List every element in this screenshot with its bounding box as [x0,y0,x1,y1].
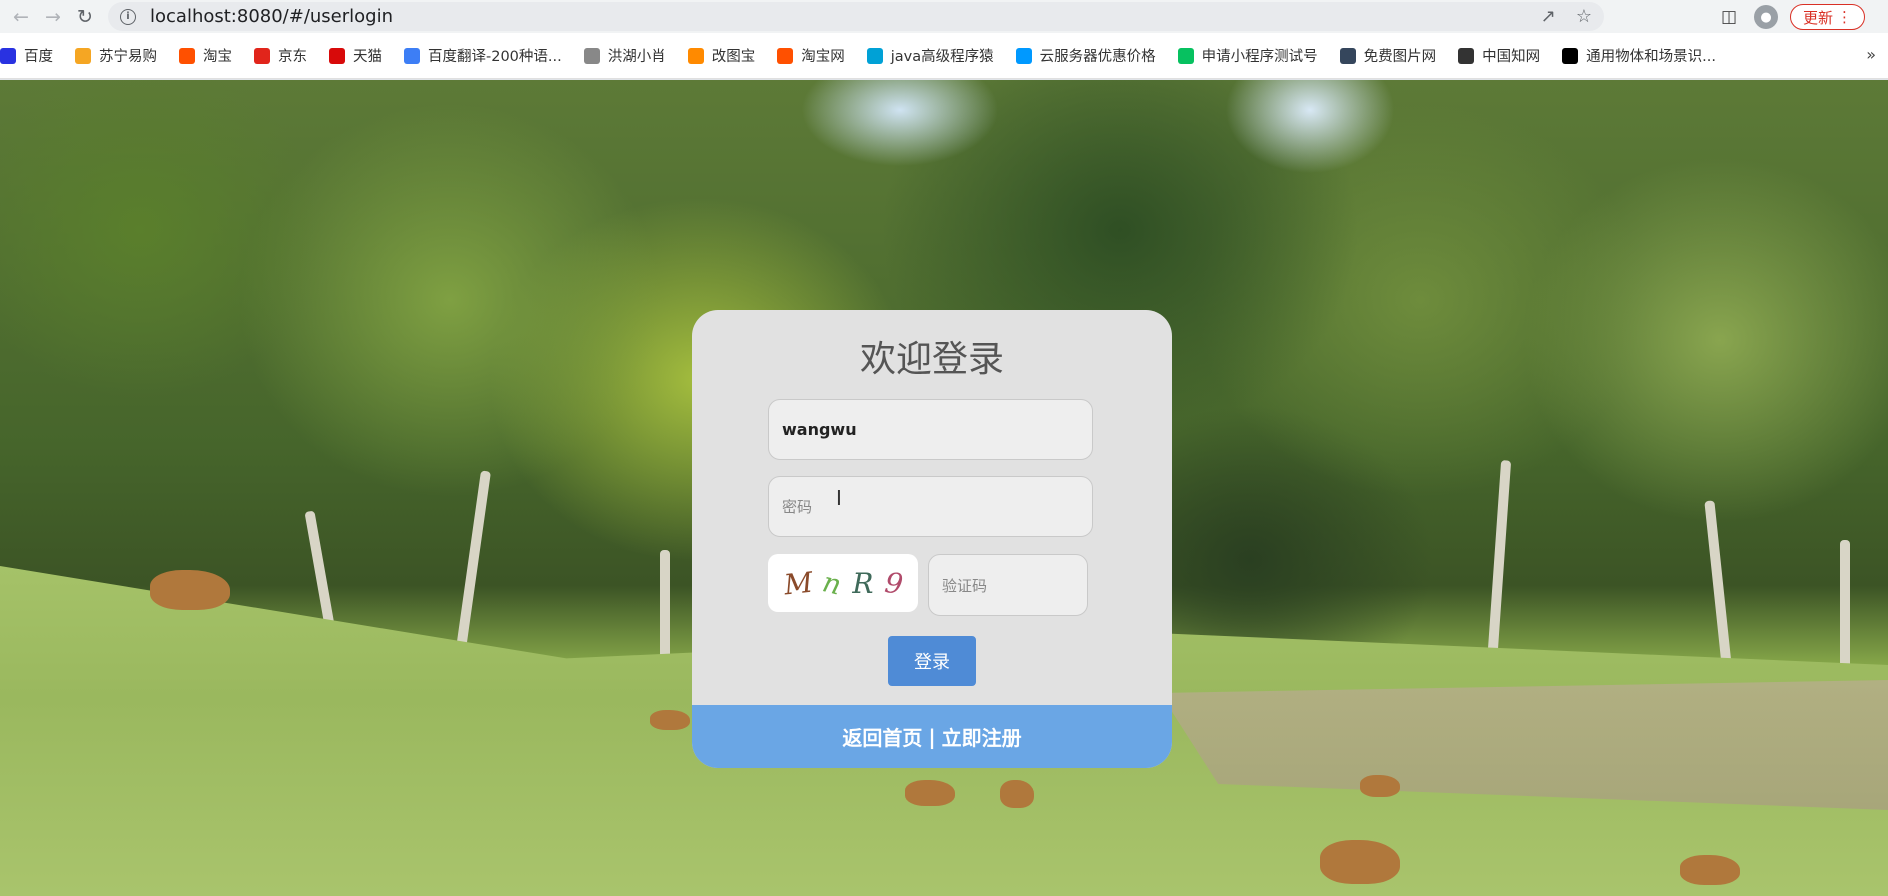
bilibili-icon [866,47,883,64]
bookmark-label: 申请小程序测试号 [1201,49,1318,65]
browser-right-controls: ◫ ● 更新 ⋮ [1716,4,1866,30]
bookmark-label: 京东 [278,49,307,65]
bookmark-item[interactable]: 云服务器优惠价格 [1015,45,1156,66]
baidu-icon [0,47,16,64]
bookmark-label: 通用物体和场景识... [1586,49,1716,65]
text-cursor-icon: I [836,486,842,510]
sidebar-toggle-icon[interactable]: ◫ [1716,4,1742,30]
bookmark-label: java高级程序猿 [890,49,994,65]
ai-icon [1562,47,1579,64]
login-card: 欢迎登录 wangwu 密码 I MnR9 验证码 登录 返回首页 | 立即注册 [692,310,1172,768]
login-button[interactable]: 登录 [888,636,976,686]
update-label: 更新 [1803,8,1834,27]
bookmark-label: 免费图片网 [1363,49,1437,65]
bookmark-item[interactable]: 淘宝网 [777,45,845,66]
deer [1000,780,1034,808]
captcha-input[interactable]: 验证码 [928,554,1088,616]
bookmark-item[interactable]: 改图宝 [687,45,756,66]
update-button[interactable]: 更新 ⋮ [1790,4,1866,30]
deer [1320,840,1400,884]
cloud-icon [1015,47,1032,64]
captcha-char: n [819,564,846,602]
deer [650,710,690,730]
bookmark-item[interactable]: 天猫 [329,45,382,66]
captcha-char: M [781,565,814,601]
url-text[interactable]: localhost:8080/#/userlogin [150,6,393,27]
bookmark-item[interactable]: 百度翻译-200种语... [404,45,562,66]
captcha-char: R [852,566,874,600]
deer [905,780,955,806]
bookmark-label: 云服务器优惠价格 [1039,49,1156,65]
suning-icon [75,47,91,64]
browser-toolbar: ← → ↻ i localhost:8080/#/userlogin ↗ ☆ ◫… [0,0,1888,33]
bookmark-item[interactable]: 淘宝 [179,45,232,66]
share-icon[interactable]: ↗ [1541,6,1556,27]
bookmark-label: 中国知网 [1482,49,1541,65]
bookmark-item[interactable]: 申请小程序测试号 [1177,45,1318,66]
bookmark-item[interactable]: 免费图片网 [1339,45,1437,66]
bookmark-item[interactable]: 通用物体和场景识... [1562,45,1716,66]
deer [150,570,230,610]
reload-icon[interactable]: ↻ [74,6,96,28]
info-icon[interactable]: i [120,8,136,25]
wechat-icon [1177,47,1194,64]
captcha-image[interactable]: MnR9 [768,554,918,612]
deer [1360,775,1400,797]
bookmark-item[interactable]: 京东 [254,45,307,66]
address-bar[interactable]: i localhost:8080/#/userlogin ↗ ☆ [108,2,1604,31]
login-title: 欢迎登录 [859,339,1004,380]
gaitubao-icon [687,47,704,64]
captcha-char: 9 [882,565,905,601]
bookmark-label: 洪湖小肖 [607,49,666,65]
star-icon[interactable]: ☆ [1576,6,1592,27]
login-footer: 返回首页 | 立即注册 [692,705,1172,768]
taobao-icon [777,47,794,64]
password-input[interactable]: 密码 [768,476,1093,537]
profile-avatar-icon[interactable]: ● [1754,5,1778,29]
username-input[interactable]: wangwu [768,399,1093,460]
forward-arrow-icon[interactable]: → [42,6,64,28]
footer-separator: | [928,724,936,749]
address-bar-actions: ↗ ☆ [1541,6,1592,27]
deer [1680,855,1740,885]
bookmark-label: 苏宁易购 [99,49,157,65]
bookmark-label: 天猫 [353,49,382,65]
bookmark-label: 百度翻译-200种语... [428,49,562,65]
bookmark-item[interactable]: 洪湖小肖 [583,45,666,66]
bookmarks-bar: 百度 苏宁易购 淘宝 京东 天猫 百度翻译-200种语... 洪湖小肖 改图宝 淘宝网 java高… [0,33,1888,79]
bookmark-label: 改图宝 [711,49,756,65]
back-home-link[interactable]: 返回首页 [842,722,922,751]
translate-icon [404,47,420,64]
taobao-icon [179,47,195,64]
bookmark-item[interactable]: java高级程序猿 [866,45,994,66]
tumblr-icon [1339,47,1356,64]
bookmark-label: 百度 [24,49,53,65]
more-bookmarks-icon[interactable]: » [1866,45,1876,64]
bookmark-label: 淘宝网 [801,49,845,65]
more-vert-icon: ⋮ [1837,8,1853,26]
register-link[interactable]: 立即注册 [942,722,1022,751]
bird-icon [583,47,600,64]
bookmark-item[interactable]: 苏宁易购 [75,45,157,66]
bookmark-item[interactable]: 中国知网 [1458,45,1540,66]
bookmark-item[interactable]: 百度 [0,45,53,66]
back-arrow-icon[interactable]: ← [10,6,32,28]
bookmark-label: 淘宝 [203,49,232,65]
jd-icon [254,47,270,64]
cnki-icon [1458,47,1475,64]
tmall-icon [329,47,345,64]
